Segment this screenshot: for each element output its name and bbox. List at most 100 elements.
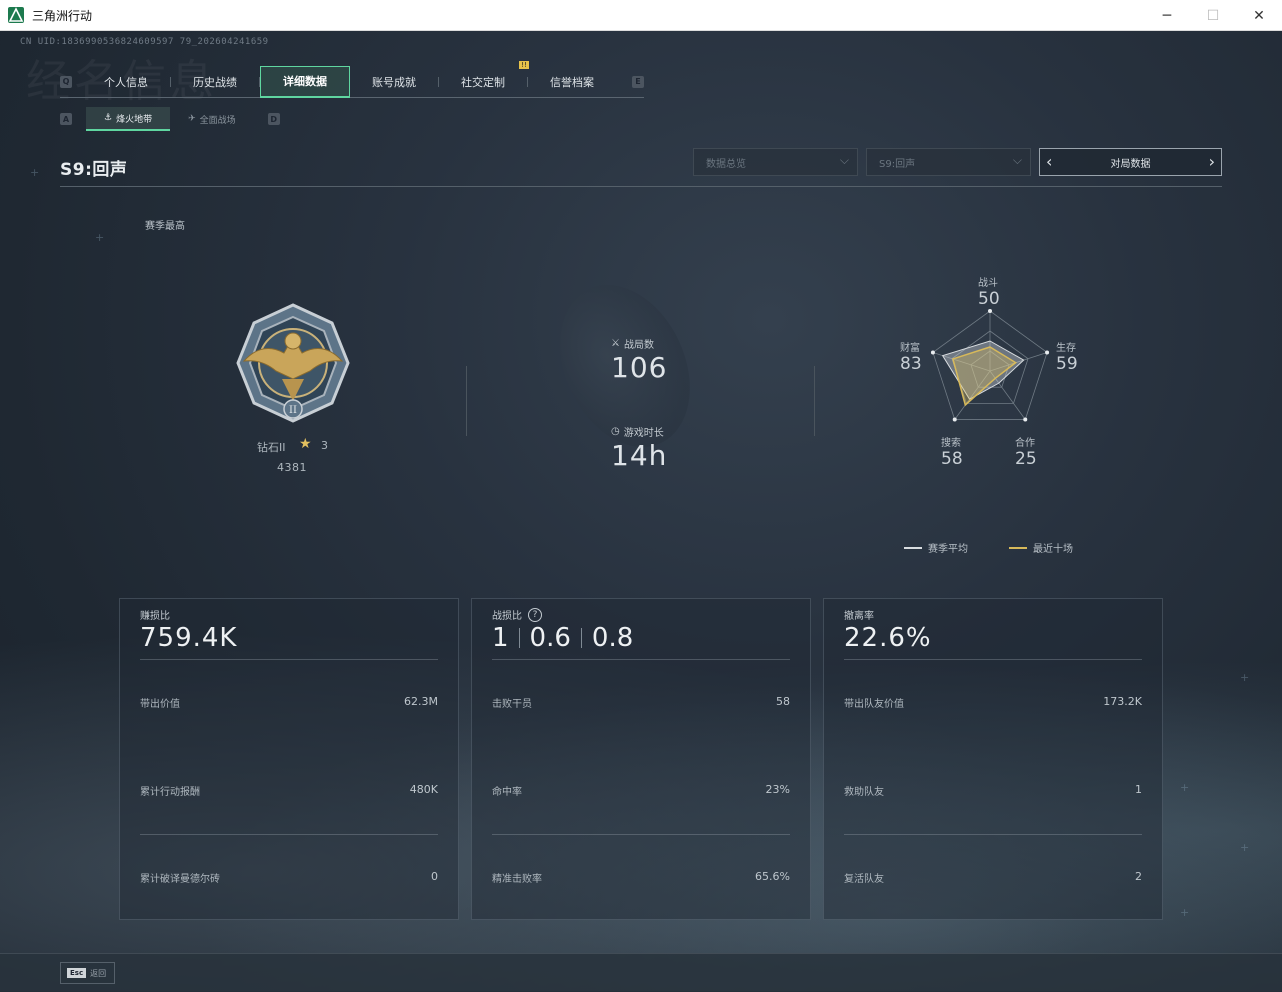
- stat-card-profit: 赚损比 759.4K 带出价值 62.3M 累计行动报酬 480K 累计破译曼德…: [119, 598, 459, 920]
- row-label: 累计行动报酬: [140, 787, 200, 798]
- tab-credit-record[interactable]: 信誉档案: [528, 66, 616, 98]
- row-label: 命中率: [492, 787, 522, 798]
- deco-cross-icon: +: [95, 231, 105, 244]
- match-data-pager: ‹ 对局数据 ›: [1039, 148, 1222, 176]
- tab-label: 历史战绩: [193, 75, 237, 89]
- radar-label-wealth: 财富: [900, 343, 920, 354]
- season-best-label: 赛季最高: [145, 221, 185, 232]
- card-title: 赚损比: [140, 611, 170, 622]
- row-label: 累计破译曼德尔砖: [140, 874, 220, 885]
- tab-social-custom[interactable]: 社交定制 !!: [439, 60, 529, 98]
- deco-cross-icon: +: [1240, 841, 1250, 854]
- kd-value-second: 0.6: [529, 623, 571, 653]
- subtab-warfare[interactable]: ✈ 全面战场: [170, 107, 254, 131]
- card-big-values: 1 0.6 0.8: [492, 623, 633, 653]
- season-dropdown[interactable]: S9:回声 ⌵: [866, 148, 1031, 176]
- playtime-value: 14h: [611, 439, 668, 472]
- row-value: 480K: [409, 783, 438, 796]
- tab-achievements[interactable]: 账号成就: [350, 66, 438, 98]
- rank-emblem: II: [232, 301, 354, 426]
- radar-value-cooperation: 25: [1015, 449, 1037, 469]
- tab-label: 信誉档案: [550, 75, 594, 89]
- tab-prev-key[interactable]: Q: [60, 75, 72, 88]
- card-row: 累计行动报酬 480K: [140, 783, 438, 799]
- row-label: 复活队友: [844, 874, 884, 885]
- row-value: 58: [776, 695, 790, 708]
- row-label: 救助队友: [844, 787, 884, 798]
- radar-value-search: 58: [941, 449, 963, 469]
- radar-value-combat: 50: [978, 289, 1000, 309]
- legend-recent-ten: 最近十场: [1009, 540, 1073, 555]
- clock-icon: ◷: [611, 426, 620, 437]
- tab-detailed-data[interactable]: 详细数据: [260, 65, 350, 98]
- card-row: 累计破译曼德尔砖 0: [140, 870, 438, 886]
- chevron-right-icon[interactable]: ›: [1209, 152, 1215, 171]
- radar-axis-point: [1045, 350, 1050, 355]
- card-title: 战损比 ?: [492, 607, 542, 622]
- card-divider: [492, 834, 790, 835]
- legend-swatch: [904, 546, 922, 549]
- deco-cross-icon: +: [30, 166, 40, 179]
- legend-label: 赛季平均: [928, 544, 968, 555]
- category-dropdown[interactable]: 数据总览 ⌵: [693, 148, 858, 176]
- legend-season-avg: 赛季平均: [904, 540, 968, 555]
- row-value: 65.6%: [755, 870, 790, 883]
- card-row: 击败干员 58: [492, 695, 790, 711]
- radar-axis-point: [952, 417, 957, 422]
- radar-axis-point: [1023, 417, 1028, 422]
- season-title: S9:回声: [60, 160, 128, 180]
- plane-icon: ✈: [188, 114, 196, 124]
- card-divider: [844, 659, 1142, 660]
- esc-key: Esc: [67, 968, 87, 978]
- row-label: 精准击败率: [492, 874, 542, 885]
- legend-swatch: [1009, 546, 1027, 549]
- row-label: 带出价值: [140, 699, 180, 710]
- section-divider: [814, 366, 815, 436]
- row-value: 1: [1135, 783, 1142, 796]
- rank-score: 4381: [277, 461, 307, 474]
- radar-axis-point: [930, 350, 935, 355]
- row-value: 23%: [765, 783, 790, 796]
- kd-value-third: 0.8: [591, 623, 634, 653]
- tab-next-key[interactable]: E: [632, 75, 644, 88]
- tab-label: 社交定制: [461, 75, 505, 89]
- tab-match-history[interactable]: 历史战绩: [171, 66, 259, 98]
- rank-stars-count: 3: [321, 439, 328, 452]
- dropdown-value: 数据总览: [706, 158, 746, 170]
- chevron-down-icon: ⌵: [839, 153, 849, 167]
- chevron-left-icon[interactable]: ‹: [1046, 152, 1052, 171]
- card-big-value: 759.4K: [140, 623, 238, 653]
- close-button[interactable]: ✕: [1236, 0, 1282, 31]
- back-button[interactable]: Esc 返回: [60, 962, 115, 984]
- chevron-down-icon: ⌵: [1012, 153, 1022, 167]
- subtab-operations[interactable]: ⚓ 烽火地带: [86, 107, 171, 131]
- stat-card-kd: 战损比 ? 1 0.6 0.8 击败干员 58 命中率 23% 精准击败率 65…: [471, 598, 811, 920]
- help-icon[interactable]: ?: [528, 607, 542, 622]
- matches-label: ⚔ 战局数: [611, 336, 654, 351]
- deco-cross-icon: +: [1240, 671, 1250, 684]
- deco-cross-icon: +: [1180, 906, 1190, 919]
- row-value: 62.3M: [404, 695, 438, 708]
- card-row: 带出价值 62.3M: [140, 695, 438, 711]
- matches-value: 106: [611, 351, 668, 384]
- card-row: 精准击败率 65.6%: [492, 870, 790, 886]
- tab-personal-info[interactable]: 个人信息: [82, 66, 170, 98]
- subtab-prev-key[interactable]: A: [60, 113, 72, 125]
- maximize-button[interactable]: ☐: [1190, 0, 1236, 31]
- section-divider: [466, 366, 467, 436]
- subtab-label: 烽火地带: [116, 114, 153, 125]
- stat-card-extraction: 撤离率 22.6% 带出队友价值 173.2K 救助队友 1 复活队友 2: [823, 598, 1163, 920]
- card-row: 复活队友 2: [844, 870, 1142, 886]
- value-divider: [580, 628, 582, 648]
- minimize-button[interactable]: ─: [1144, 0, 1190, 31]
- row-label: 击败干员: [492, 699, 532, 710]
- row-label: 带出队友价值: [844, 699, 904, 710]
- app-logo-icon: [8, 7, 24, 23]
- card-big-value: 22.6%: [844, 623, 932, 653]
- crossed-swords-icon: ⚔: [611, 338, 620, 349]
- value-divider: [518, 628, 520, 648]
- radar-axis-point: [988, 309, 992, 313]
- deco-cross-icon: +: [1180, 781, 1190, 794]
- card-divider: [844, 834, 1142, 835]
- subtab-next-key[interactable]: D: [267, 113, 280, 125]
